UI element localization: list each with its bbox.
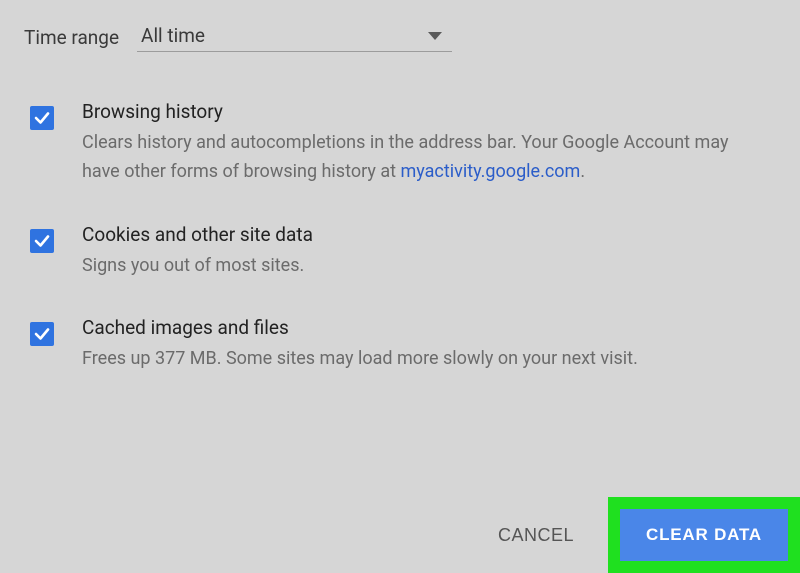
option-text: Browsing history Clears history and auto…: [82, 100, 776, 187]
option-browsing-history: Browsing history Clears history and auto…: [30, 100, 776, 187]
options-list: Browsing history Clears history and auto…: [24, 100, 776, 374]
check-icon: [33, 232, 51, 250]
time-range-label: Time range: [24, 26, 119, 49]
option-desc: Signs you out of most sites.: [82, 252, 766, 281]
check-icon: [33, 109, 51, 127]
dialog-footer: CANCEL CLEAR DATA: [474, 498, 800, 572]
time-range-row: Time range All time: [24, 22, 776, 52]
chevron-down-icon: [428, 32, 442, 40]
option-cookies: Cookies and other site data Signs you ou…: [30, 223, 776, 281]
option-desc: Clears history and autocompletions in th…: [82, 129, 766, 187]
cancel-button[interactable]: CANCEL: [474, 513, 598, 558]
dialog-body: Time range All time Browsing history Cle…: [0, 0, 800, 374]
checkbox-browsing-history[interactable]: [30, 106, 54, 130]
check-icon: [33, 325, 51, 343]
desc-suffix: .: [580, 161, 585, 182]
clear-data-button[interactable]: CLEAR DATA: [620, 509, 788, 561]
time-range-value: All time: [141, 24, 205, 47]
option-title: Browsing history: [82, 100, 766, 123]
option-cached: Cached images and files Frees up 377 MB.…: [30, 316, 776, 374]
checkbox-cached[interactable]: [30, 322, 54, 346]
option-desc: Frees up 377 MB. Some sites may load mor…: [82, 345, 766, 374]
myactivity-link[interactable]: myactivity.google.com: [400, 161, 580, 182]
option-text: Cached images and files Frees up 377 MB.…: [82, 316, 776, 374]
option-title: Cookies and other site data: [82, 223, 766, 246]
time-range-select[interactable]: All time: [137, 22, 452, 52]
clear-data-highlight: CLEAR DATA: [608, 497, 800, 573]
option-text: Cookies and other site data Signs you ou…: [82, 223, 776, 281]
checkbox-cookies[interactable]: [30, 229, 54, 253]
option-title: Cached images and files: [82, 316, 766, 339]
